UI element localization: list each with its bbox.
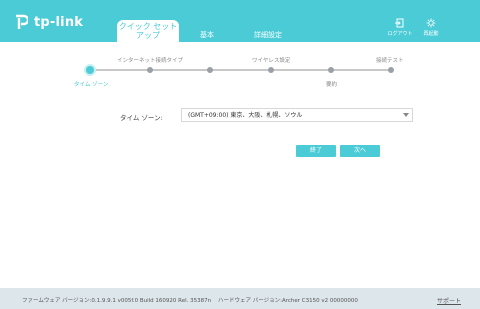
hardware-version: ハードウェア バージョン:Archer C3150 v2 00000000: [218, 298, 358, 304]
step-dot-wireless: [268, 67, 274, 73]
tab-advanced[interactable]: 詳細設定: [254, 30, 282, 40]
timezone-value: (GMT+09:00) 東京、大阪、札幌、ソウル: [188, 112, 303, 119]
next-button[interactable]: 次へ: [340, 145, 380, 157]
step-dot-summary: [328, 67, 334, 73]
tp-link-logo-icon: [12, 14, 30, 30]
chevron-down-icon: [403, 113, 409, 117]
step-dot-timezone: [86, 66, 94, 74]
step-label-internet: インターネット接続タイプ: [117, 58, 184, 64]
firmware-version: ファームウェア バージョン:0.1.9.9.1 v005f.0 Build 16…: [22, 298, 212, 304]
step-dot-step3: [207, 67, 213, 73]
logout-icon: [395, 18, 404, 28]
reboot-icon: [426, 18, 436, 28]
reboot-label: 再起動: [423, 31, 439, 37]
timezone-label: タイム ゾーン:: [120, 114, 163, 122]
support-link[interactable]: サポート: [437, 296, 461, 305]
step-label-wireless: ワイヤレス設定: [252, 58, 291, 64]
logout-label: ログアウト: [387, 31, 413, 37]
exit-button[interactable]: 終了: [296, 145, 336, 157]
progress-line: [90, 69, 392, 71]
timezone-select[interactable]: (GMT+09:00) 東京、大阪、札幌、ソウル: [181, 108, 413, 122]
tab-basic[interactable]: 基本: [200, 30, 214, 40]
step-dot-test: [388, 67, 394, 73]
tab-quick-setup[interactable]: クイック セット アップ: [117, 22, 179, 42]
tp-link-logo: tp-link: [12, 14, 83, 30]
logout-button[interactable]: ログアウト: [384, 18, 416, 37]
reboot-button[interactable]: 再起動: [415, 18, 447, 37]
brand-name: tp-link: [34, 14, 84, 30]
step-label-test: 接続テスト: [376, 58, 404, 64]
step-label-summary: 要約: [326, 82, 338, 88]
step-dot-internet: [147, 67, 153, 73]
step-label-timezone: タイム ゾーン: [74, 82, 109, 88]
